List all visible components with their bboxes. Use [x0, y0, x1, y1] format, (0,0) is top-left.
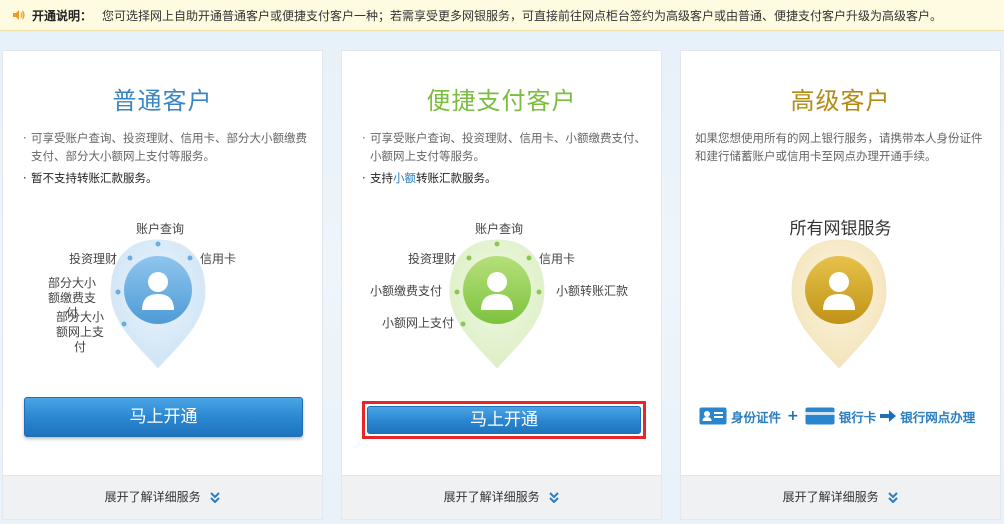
- expand-details-link[interactable]: 展开了解详细服务: [342, 475, 661, 519]
- expand-details-label: 展开了解详细服务: [104, 490, 201, 504]
- step-id-document: 身份证件: [731, 409, 782, 425]
- open-now-button[interactable]: 马上开通: [367, 406, 641, 434]
- service-label: 小额转账汇款: [556, 284, 629, 298]
- premium-steps: 身份证件 + 银行卡 银行网点办理: [699, 403, 975, 429]
- service-label: 投资理财: [69, 252, 118, 266]
- service-diagram: [681, 216, 1002, 416]
- desc-emphasis-highlight: 小额: [393, 171, 416, 185]
- desc-text: 可享受账户查询、投资理财、信用卡、小额缴费支付、小额网上支付等服务。: [370, 131, 646, 163]
- card-description: · 可享受账户查询、投资理财、信用卡、小额缴费支付、小额网上支付等服务。 · 支持小…: [362, 131, 646, 185]
- service-label: 账户查询: [136, 222, 185, 236]
- double-chevron-down-icon: [549, 492, 560, 503]
- service-label: 投资理财: [408, 252, 457, 266]
- open-now-button[interactable]: 马上开通: [24, 397, 303, 437]
- card-description: · 可享受账户查询、投资理财、信用卡、部分大小额缴费支付、部分大小额网上支付等服务…: [23, 131, 307, 185]
- arrow-right-icon: [880, 410, 897, 422]
- expand-details-label: 展开了解详细服务: [782, 490, 879, 504]
- desc-emphasis-post: 转账汇款服务。: [416, 171, 497, 185]
- service-diagram: 账户查询 投资理财 信用卡 小额缴费支付 小额转账汇款 小额网上支付: [342, 216, 663, 416]
- expand-details-link[interactable]: 展开了解详细服务: [681, 475, 1000, 519]
- desc-text: 可享受账户查询、投资理财、信用卡、部分大小额缴费支付、部分大小额网上支付等服务。: [31, 131, 307, 163]
- card-premium-customer: 高级客户 如果您想使用所有的网上银行服务，请携带本人身份证件和建行储蓄账户或信用…: [680, 50, 1001, 520]
- service-label: 小额缴费支付: [370, 284, 443, 298]
- double-chevron-down-icon: [888, 492, 899, 503]
- highlighted-button-frame: 马上开通: [362, 401, 646, 439]
- desc-emphasis-pre: 支持: [370, 171, 393, 185]
- plus-sign: +: [787, 408, 799, 424]
- card-convenient-payment-customer: 便捷支付客户 · 可享受账户查询、投资理财、信用卡、小额缴费支付、小额网上支付等服…: [341, 50, 662, 520]
- desc-emphasis: 暂不支持转账汇款服务。: [31, 171, 158, 185]
- expand-details-label: 展开了解详细服务: [443, 490, 540, 504]
- service-label: 小额网上支付: [382, 316, 455, 330]
- notice-title: 开通说明：: [32, 8, 93, 23]
- id-card-icon: [699, 407, 727, 425]
- card-title: 高级客户: [790, 87, 891, 115]
- step-bank-card: 银行卡: [838, 409, 877, 425]
- service-label: 部分大小额网上支付: [55, 310, 104, 354]
- speaker-icon: [13, 10, 25, 20]
- notice-text: 您可选择网上自助开通普通客户或便捷支付客户一种；若需享受更多网银服务，可直接前往…: [102, 8, 943, 23]
- service-label: 账户查询: [475, 222, 524, 236]
- expand-details-link[interactable]: 展开了解详细服务: [3, 475, 322, 519]
- card-regular-customer: 普通客户 · 可享受账户查询、投资理财、信用卡、部分大小额缴费支付、部分大小额网上…: [2, 50, 323, 520]
- card-title: 普通客户: [112, 87, 213, 115]
- step-branch-processing: 银行网点办理: [900, 409, 976, 425]
- card-description: 如果您想使用所有的网上银行服务，请携带本人身份证件和建行储蓄账户或信用卡至网点办…: [695, 131, 983, 163]
- service-diagram: 账户查询 投资理财 信用卡 部分大小额缴费支付 部分大小额网上支付: [3, 216, 324, 416]
- service-label: 信用卡: [539, 252, 576, 266]
- card-title: 便捷支付客户: [426, 87, 577, 115]
- service-label: 信用卡: [200, 252, 237, 266]
- bank-card-icon: [805, 407, 835, 425]
- double-chevron-down-icon: [210, 492, 221, 503]
- notice-bar: 开通说明： 您可选择网上自助开通普通客户或便捷支付客户一种；若需享受更多网银服务…: [0, 0, 1004, 31]
